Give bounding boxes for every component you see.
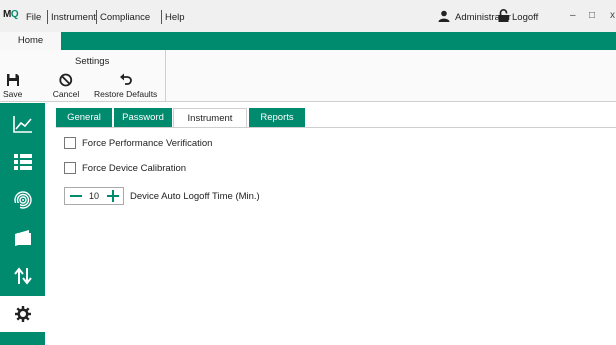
undo-icon	[119, 73, 132, 85]
nav-item-transfer[interactable]	[0, 258, 45, 294]
chart-icon	[12, 116, 32, 133]
minimize-button[interactable]: –	[570, 10, 576, 21]
left-nav	[0, 103, 45, 345]
close-button[interactable]: x	[610, 10, 615, 21]
menu-separator	[47, 10, 48, 24]
force-performance-verification-label: Force Performance Verification	[82, 137, 213, 149]
nav-item-settings[interactable]	[0, 296, 45, 332]
force-device-calibration-row: Force Device Calibration	[64, 162, 186, 174]
ribbon: Settings Save Cancel Restore Defaults	[0, 50, 616, 102]
settings-group: Settings Save Cancel Restore Defaults	[0, 50, 166, 102]
menu-help[interactable]: Help	[165, 12, 185, 23]
tab-home[interactable]: Home	[0, 32, 61, 50]
auto-logoff-label: Device Auto Logoff Time (Min.)	[130, 191, 260, 202]
decrement-button[interactable]	[68, 189, 84, 203]
user-icon	[438, 10, 450, 22]
tab-divider	[56, 127, 616, 128]
tab-password[interactable]: Password	[114, 108, 172, 127]
menu-file[interactable]: File	[26, 12, 41, 23]
restore-defaults-button[interactable]: Restore Defaults	[94, 73, 157, 99]
fingerprint-icon	[13, 191, 32, 209]
folder-icon	[14, 230, 31, 246]
tab-instrument[interactable]: Instrument	[173, 108, 247, 127]
auto-logoff-value[interactable]: 10	[85, 191, 103, 201]
nav-item-chart[interactable]	[0, 106, 45, 142]
increment-button[interactable]	[105, 189, 121, 203]
ribbon-tab-row: Home	[0, 32, 616, 50]
force-device-calibration-checkbox[interactable]	[64, 162, 76, 174]
tab-general[interactable]: General	[56, 108, 112, 127]
cancel-icon	[59, 73, 73, 87]
auto-logoff-stepper: 10	[64, 187, 124, 205]
title-bar: MQ File Instrument Compliance Help Admin…	[0, 0, 616, 32]
nav-item-list[interactable]	[0, 144, 45, 180]
transfer-icon	[13, 267, 32, 285]
nav-item-folder[interactable]	[0, 220, 45, 256]
gear-icon	[14, 306, 31, 322]
menu-separator	[96, 10, 97, 24]
save-icon	[6, 74, 19, 86]
force-device-calibration-label: Force Device Calibration	[82, 162, 187, 174]
settings-group-title: Settings	[75, 56, 110, 67]
menu-separator	[161, 10, 162, 24]
menu-compliance[interactable]: Compliance	[100, 12, 150, 23]
app-logo: MQ	[3, 9, 19, 20]
tab-reports[interactable]: Reports	[249, 108, 305, 127]
nav-item-fingerprint[interactable]	[0, 182, 45, 218]
maximize-button[interactable]: □	[589, 10, 595, 21]
logoff-button[interactable]: Logoff	[512, 12, 538, 23]
force-performance-verification-checkbox[interactable]	[64, 137, 76, 149]
cancel-button[interactable]: Cancel	[53, 73, 79, 99]
save-button[interactable]: Save	[3, 73, 22, 99]
lock-icon[interactable]	[498, 9, 509, 22]
menu-instrument[interactable]: Instrument	[51, 12, 96, 23]
list-icon	[13, 154, 32, 170]
force-performance-verification-row: Force Performance Verification	[64, 137, 212, 149]
